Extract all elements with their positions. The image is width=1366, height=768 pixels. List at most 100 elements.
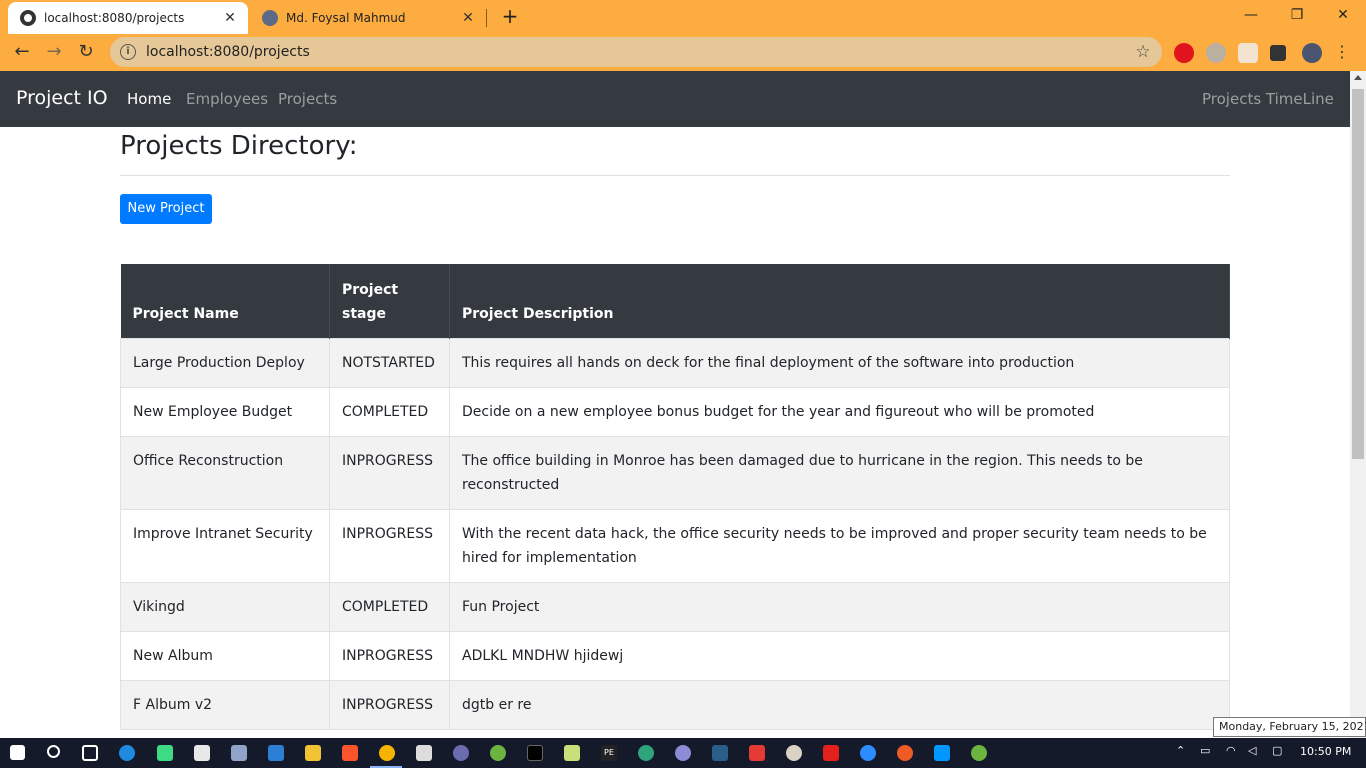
project-name: New Album (120, 630, 330, 681)
photos-icon[interactable] (231, 745, 247, 761)
browser-toolbar: ← → ↻ i localhost:8080/projects ☆ ⋮ (0, 34, 1366, 71)
scroll-up-icon[interactable] (1354, 75, 1362, 80)
back-icon[interactable]: ← (8, 38, 36, 66)
browser-tab-active[interactable]: localhost:8080/projects ✕ (8, 2, 248, 34)
new-project-button[interactable]: New Project (120, 194, 212, 224)
terminal-icon[interactable] (527, 745, 543, 761)
project-stage: INPROGRESS (329, 630, 450, 681)
divider (120, 175, 1230, 176)
windows-start-icon[interactable] (10, 745, 25, 760)
reload-icon[interactable]: ↻ (72, 38, 100, 66)
chrome-icon[interactable] (379, 745, 395, 761)
project-name: Improve Intranet Security (120, 508, 330, 583)
tab-separator (486, 9, 487, 27)
column-header-name: Project Name (120, 264, 330, 338)
notepad-icon[interactable] (564, 745, 580, 761)
wifi-icon[interactable]: ◠ (1226, 744, 1236, 757)
project-name: New Employee Budget (120, 386, 330, 437)
app-icon-3[interactable] (675, 745, 691, 761)
new-tab-button[interactable]: + (498, 4, 522, 28)
date-tooltip: Monday, February 15, 2021 (1213, 717, 1366, 737)
close-tab-icon[interactable]: ✕ (220, 10, 240, 26)
pe-icon[interactable]: PE (601, 745, 617, 761)
table-row: New Employee Budget COMPLETED Decide on … (120, 386, 1230, 437)
brand-logo[interactable]: Project IO (16, 87, 108, 109)
postman-icon[interactable] (897, 745, 913, 761)
project-description: The office building in Monroe has been d… (449, 435, 1230, 510)
spring-icon[interactable] (490, 745, 506, 761)
file-explorer-icon[interactable] (305, 745, 321, 761)
task-view-icon[interactable] (82, 745, 98, 761)
vscode-icon[interactable] (934, 745, 950, 761)
app-navbar: Project IO Home Employees Projects Proje… (0, 71, 1350, 127)
project-stage: INPROGRESS (329, 679, 450, 730)
opera-icon[interactable] (1174, 43, 1194, 63)
avatar-icon (262, 10, 278, 26)
project-description: ADLKL MNDHW hjidewj (449, 630, 1230, 681)
project-name: Vikingd (120, 581, 330, 632)
project-stage: NOTSTARTED (329, 337, 450, 388)
page-scrollbar[interactable] (1350, 71, 1366, 738)
acrobat-icon[interactable] (823, 745, 839, 761)
maximize-button[interactable]: ❐ (1274, 0, 1320, 30)
project-description: With the recent data hack, the office se… (449, 508, 1230, 583)
notification-icon[interactable]: ▢ (1272, 744, 1282, 757)
project-stage: COMPLETED (329, 581, 450, 632)
remote-desktop-icon[interactable] (268, 745, 284, 761)
mail-icon[interactable] (194, 745, 210, 761)
project-name: Office Reconstruction (120, 435, 330, 510)
page-viewport: Project IO Home Employees Projects Proje… (0, 71, 1350, 738)
browser-tab-strip: localhost:8080/projects ✕ Md. Foysal Mah… (0, 0, 1366, 34)
project-name: F Album v2 (120, 679, 330, 730)
nav-link-projects[interactable]: Projects (278, 90, 337, 108)
brave-icon[interactable] (342, 745, 358, 761)
project-stage: INPROGRESS (329, 435, 450, 510)
app-icon-4[interactable] (786, 745, 802, 761)
search-icon[interactable] (47, 745, 60, 758)
project-description: Decide on a new employee bonus budget fo… (449, 386, 1230, 437)
kebab-menu-icon[interactable]: ⋮ (1328, 38, 1356, 66)
volume-icon[interactable]: ◁ (1248, 744, 1256, 757)
url-text[interactable]: localhost:8080/projects (146, 44, 1130, 60)
extension-icon[interactable] (1238, 43, 1258, 63)
column-header-stage: Project stage (329, 264, 450, 338)
tab-title: Md. Foysal Mahmud (286, 11, 406, 25)
spring-tools-icon[interactable] (971, 745, 987, 761)
close-window-button[interactable]: ✕ (1320, 0, 1366, 30)
calculator-icon[interactable] (416, 745, 432, 761)
battery-icon[interactable]: ▭ (1200, 744, 1210, 757)
project-description: dgtb er re (449, 679, 1230, 730)
mysql-icon[interactable] (712, 745, 728, 761)
table-row: Office Reconstruction INPROGRESS The off… (120, 435, 1230, 510)
project-stage: INPROGRESS (329, 508, 450, 583)
forward-icon[interactable]: → (40, 38, 68, 66)
table-row: Improve Intranet Security INPROGRESS Wit… (120, 508, 1230, 583)
nav-link-projects-timeline[interactable]: Projects TimeLine (1202, 90, 1334, 108)
anydesk-icon[interactable] (749, 745, 765, 761)
vpn-icon[interactable] (1206, 43, 1226, 63)
edge-icon[interactable] (119, 745, 135, 761)
nav-link-home[interactable]: Home (127, 90, 171, 108)
zoom-icon[interactable] (860, 745, 876, 761)
address-bar[interactable]: i localhost:8080/projects ☆ (110, 37, 1162, 67)
nav-link-employees[interactable]: Employees (186, 90, 268, 108)
minimize-button[interactable]: — (1228, 0, 1274, 30)
project-description: Fun Project (449, 581, 1230, 632)
scrollbar-thumb[interactable] (1352, 89, 1364, 459)
tab-title: localhost:8080/projects (44, 11, 185, 25)
app-icon-2[interactable] (638, 745, 654, 761)
browser-tab[interactable]: Md. Foysal Mahmud ✕ (250, 2, 486, 34)
taskbar-clock[interactable]: 10:50 PM (1300, 745, 1351, 758)
app-icon[interactable] (453, 745, 469, 761)
site-info-icon[interactable]: i (120, 44, 136, 60)
profile-avatar-icon[interactable] (1302, 43, 1322, 63)
globe-icon (20, 10, 36, 26)
table-row: Large Production Deploy NOTSTARTED This … (120, 337, 1230, 388)
chevron-up-icon[interactable]: ⌃ (1176, 744, 1185, 757)
table-row: New Album INPROGRESS ADLKL MNDHW hjidewj (120, 630, 1230, 681)
bookmark-star-icon[interactable]: ☆ (1130, 42, 1156, 62)
table-row: Vikingd COMPLETED Fun Project (120, 581, 1230, 632)
android-studio-icon[interactable] (157, 745, 173, 761)
puzzle-extensions-icon[interactable] (1270, 45, 1286, 61)
close-tab-icon[interactable]: ✕ (458, 10, 478, 26)
